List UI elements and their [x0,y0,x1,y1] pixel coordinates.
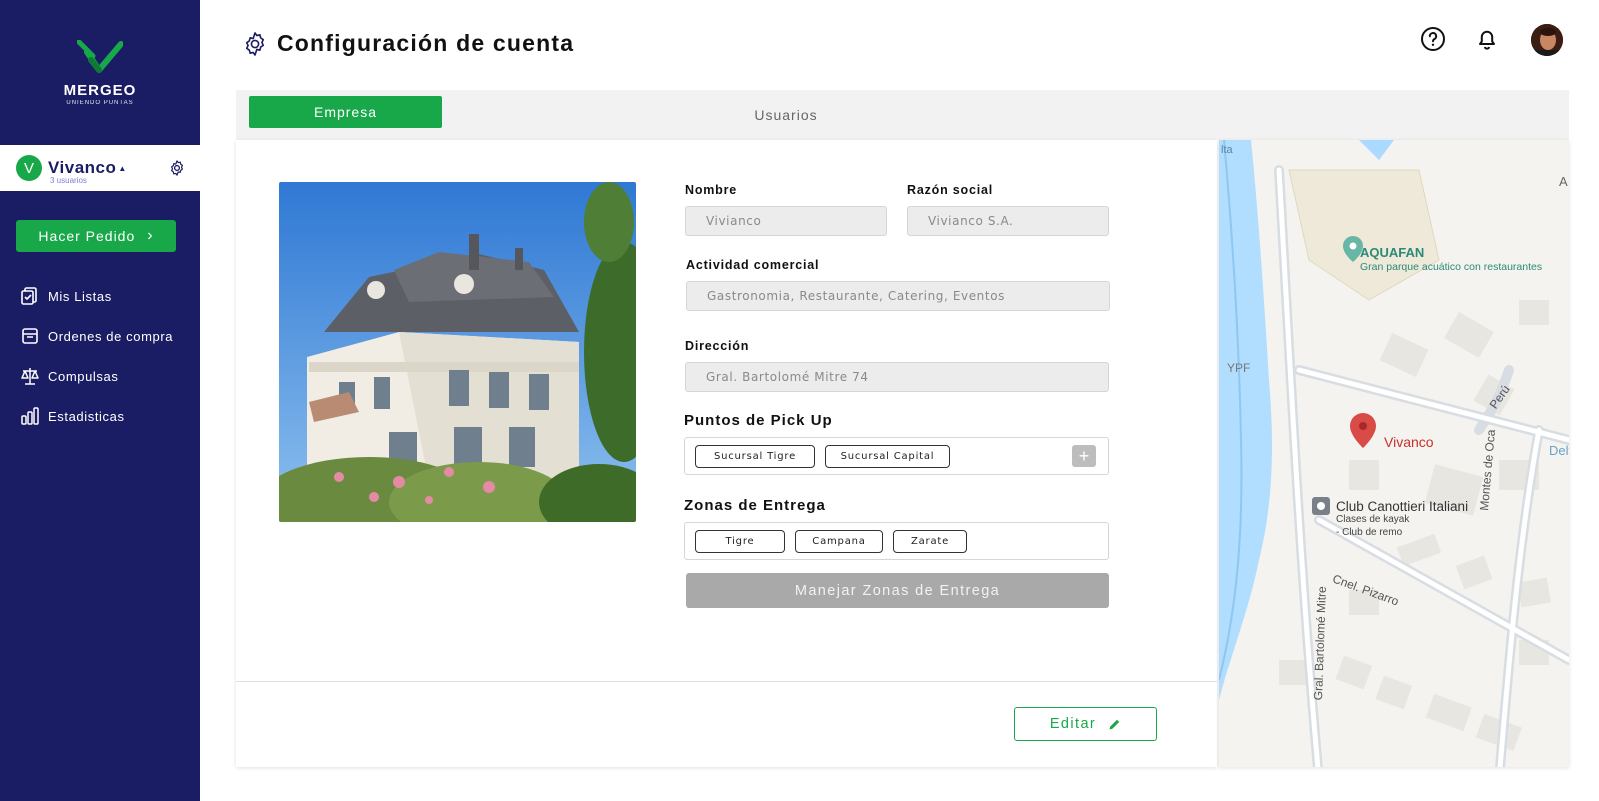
sidebar-item-label: Estadisticas [48,408,125,424]
company-card: Nombre Vivianco Razón social Vivianco S.… [236,140,1217,767]
pickup-chip-box: Sucursal Tigre Sucursal Capital + [684,437,1109,475]
zonas-label: Zonas de Entrega [684,497,826,514]
page-title: Configuración de cuenta [277,30,575,56]
orders-icon [22,328,38,344]
map-place-title: AQUAFAN [1360,245,1425,260]
sidebar-item-ordenes[interactable]: Ordenes de compra [20,316,190,356]
place-order-button[interactable]: Hacer Pedido › [16,220,176,252]
zona-chip[interactable]: Campana [795,530,883,553]
map-pin-label: Vivanco [1384,434,1434,450]
manage-zones-button[interactable]: Manejar Zonas de Entrega [686,573,1109,608]
nombre-label: Nombre [685,183,738,197]
pickup-label: Puntos de Pick Up [684,412,833,429]
direccion-field[interactable]: Gral. Bartolomé Mitre 74 [685,362,1109,392]
list-icon [21,287,37,305]
account-user-count: 3 usuarios [50,176,87,185]
company-photo [279,182,636,522]
account-name: Vivanco [48,158,117,177]
sidebar-item-label: Mis Listas [48,288,112,304]
account-settings-icon[interactable] [168,159,186,177]
user-photo-icon [1531,24,1563,56]
tab-empresa[interactable]: Empresa [249,96,442,128]
user-avatar[interactable] [1531,24,1563,56]
map-edge-label: lta [1221,144,1233,156]
sidebar-item-compulsas[interactable]: Compulsas [20,356,190,396]
edit-label: Editar [1049,716,1097,732]
sidebar-item-label: Compulsas [48,368,119,384]
tab-usuarios[interactable]: Usuarios [706,99,866,131]
razon-social-field[interactable]: Vivianco S.A. [907,206,1109,236]
pencil-icon [1109,719,1120,729]
settings-gear-icon [245,32,265,56]
pickup-chip[interactable]: Sucursal Capital [825,445,950,468]
bell-icon[interactable] [1474,26,1500,52]
zona-chip[interactable]: Zarate [893,530,967,553]
map-club-title: Club Canottieri Italiani [1336,499,1469,514]
stats-icon [21,407,39,425]
scale-icon [21,368,39,385]
mergeo-logo-icon [77,39,123,73]
brand-name: MERGEO [63,81,137,99]
card-divider [236,681,1217,682]
brand-logo[interactable]: MERGEO UNIENDO PUNTAS [0,0,200,145]
map-club-sub-2: - Club de remo [1336,527,1403,538]
map-edge-label: Delt [1549,443,1569,458]
actividad-field[interactable]: Gastronomia, Restaurante, Catering, Even… [686,281,1110,311]
sidebar-item-label: Ordenes de compra [48,328,174,344]
zonas-chip-box: Tigre Campana Zarate [684,522,1109,560]
map-place-subtitle: Gran parque acuático con restaurantes [1360,261,1543,273]
add-pickup-button[interactable]: + [1072,445,1096,467]
sidebar: MERGEO UNIENDO PUNTAS V Vivanco ▲ 3 usua… [0,0,200,801]
actividad-label: Actividad comercial [686,258,820,272]
sidebar-item-estadisticas[interactable]: Estadisticas [20,396,190,436]
map-ypf-label: YPF [1227,361,1251,375]
building-photo-icon [279,182,636,522]
tab-bar: Empresa Usuarios [236,90,1569,140]
nombre-field[interactable]: Vivianco [685,206,887,236]
brand-tagline: UNIENDO PUNTAS [66,99,134,106]
account-avatar: V [16,155,42,181]
sidebar-item-mis-listas[interactable]: Mis Listas [20,276,190,316]
help-icon[interactable] [1420,26,1446,52]
map-edge-label: A [1559,174,1568,189]
account-switcher[interactable]: V Vivanco ▲ 3 usuarios [0,145,200,191]
pickup-chip[interactable]: Sucursal Tigre [695,445,815,468]
zona-chip[interactable]: Tigre [695,530,785,553]
plus-icon: + [1078,445,1090,466]
razon-social-label: Razón social [907,183,994,197]
place-order-label: Hacer Pedido [38,228,136,244]
sidebar-nav: Mis Listas Ordenes de compra Compulsas E… [20,276,190,436]
direccion-label: Dirección [685,339,750,353]
location-map[interactable]: AQUAFAN Gran parque acuático con restaur… [1219,140,1569,767]
chevron-right-icon: › [147,227,154,244]
caret-up-icon: ▲ [118,163,127,173]
edit-button[interactable]: Editar [1014,707,1157,741]
map-club-sub-1: Clases de kayak [1336,514,1410,525]
map-graphic [1219,140,1569,767]
